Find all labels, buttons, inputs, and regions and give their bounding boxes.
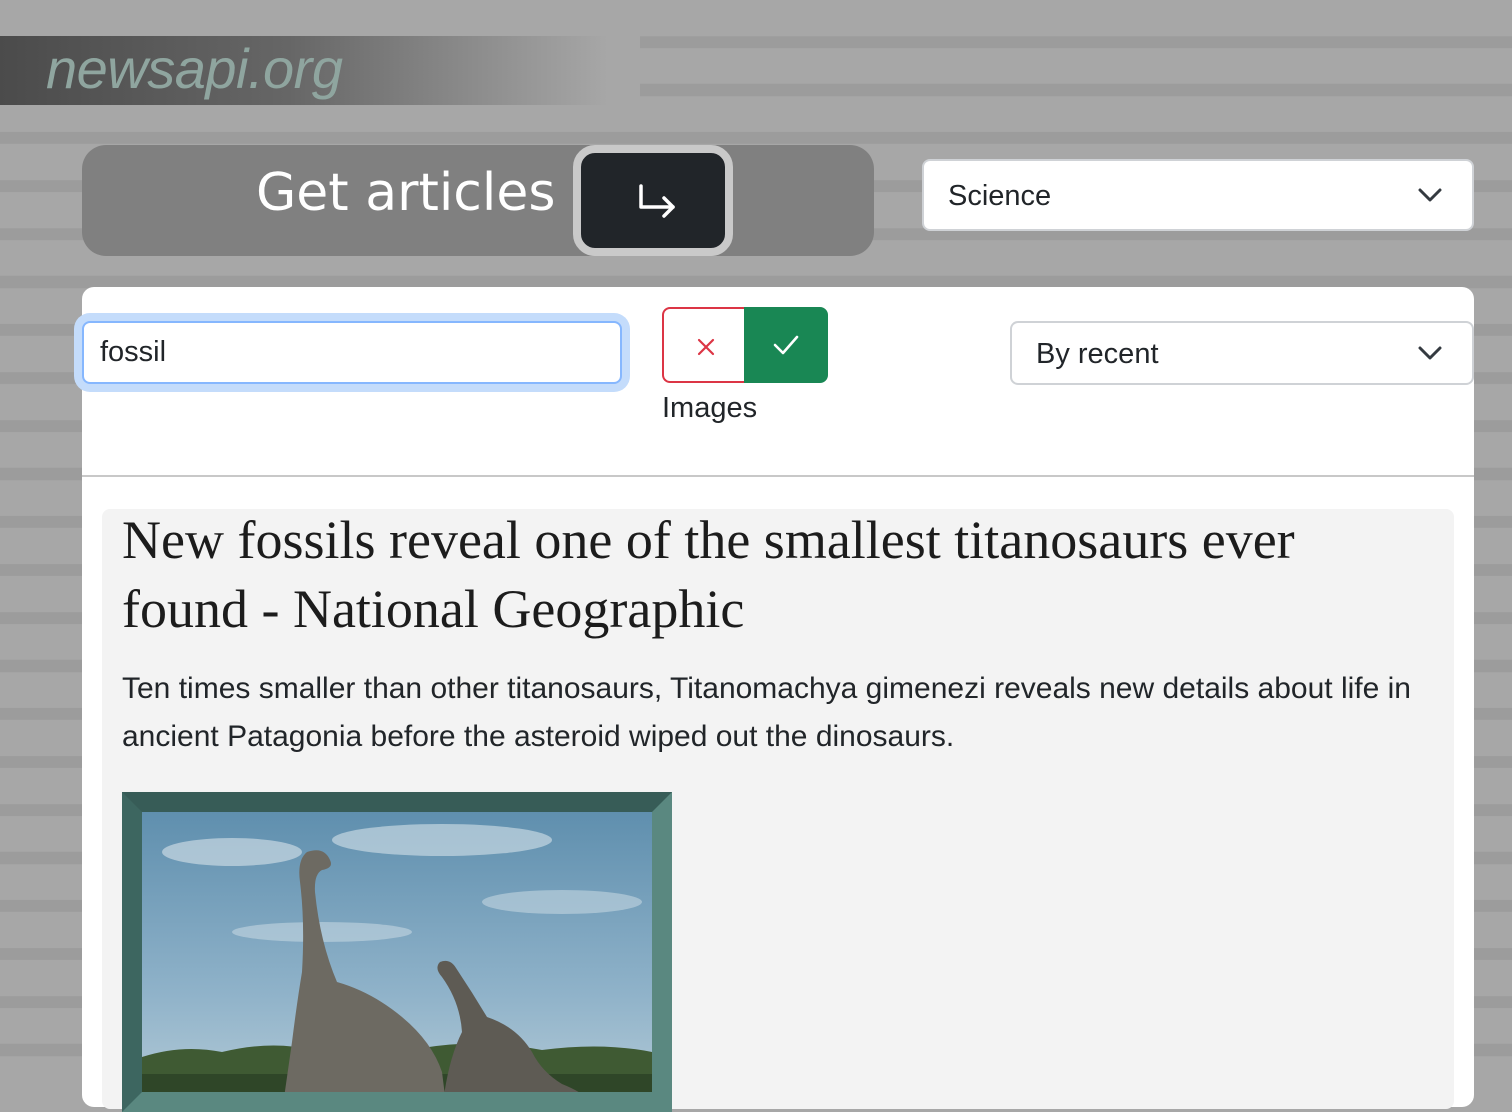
brand-banner: newsapi.org xyxy=(0,36,640,105)
sort-select[interactable]: By recent xyxy=(1010,321,1474,385)
x-icon xyxy=(697,338,715,356)
article-image[interactable] xyxy=(122,792,672,1112)
article-title[interactable]: New fossils reveal one of the smallest t… xyxy=(122,506,1422,644)
images-toggle-label: Images xyxy=(662,392,758,424)
images-off-button[interactable] xyxy=(662,307,746,383)
chevron-down-icon xyxy=(1418,346,1442,360)
return-arrow-icon xyxy=(639,184,675,218)
sort-value: By recent xyxy=(1036,338,1159,370)
titanosaur-photo xyxy=(142,812,652,1092)
brand-logo: newsapi.org xyxy=(46,37,343,100)
chevron-down-icon xyxy=(1418,188,1442,202)
check-icon xyxy=(773,335,799,355)
category-select[interactable]: Science xyxy=(922,159,1474,231)
category-value: Science xyxy=(948,180,1052,212)
get-articles-button[interactable] xyxy=(573,145,733,256)
divider xyxy=(82,475,1474,477)
images-on-button[interactable] xyxy=(744,307,828,383)
get-articles-label: Get articles xyxy=(256,163,556,223)
article-description: Ten times smaller than other titanosaurs… xyxy=(122,672,1411,753)
search-input[interactable] xyxy=(82,321,622,384)
